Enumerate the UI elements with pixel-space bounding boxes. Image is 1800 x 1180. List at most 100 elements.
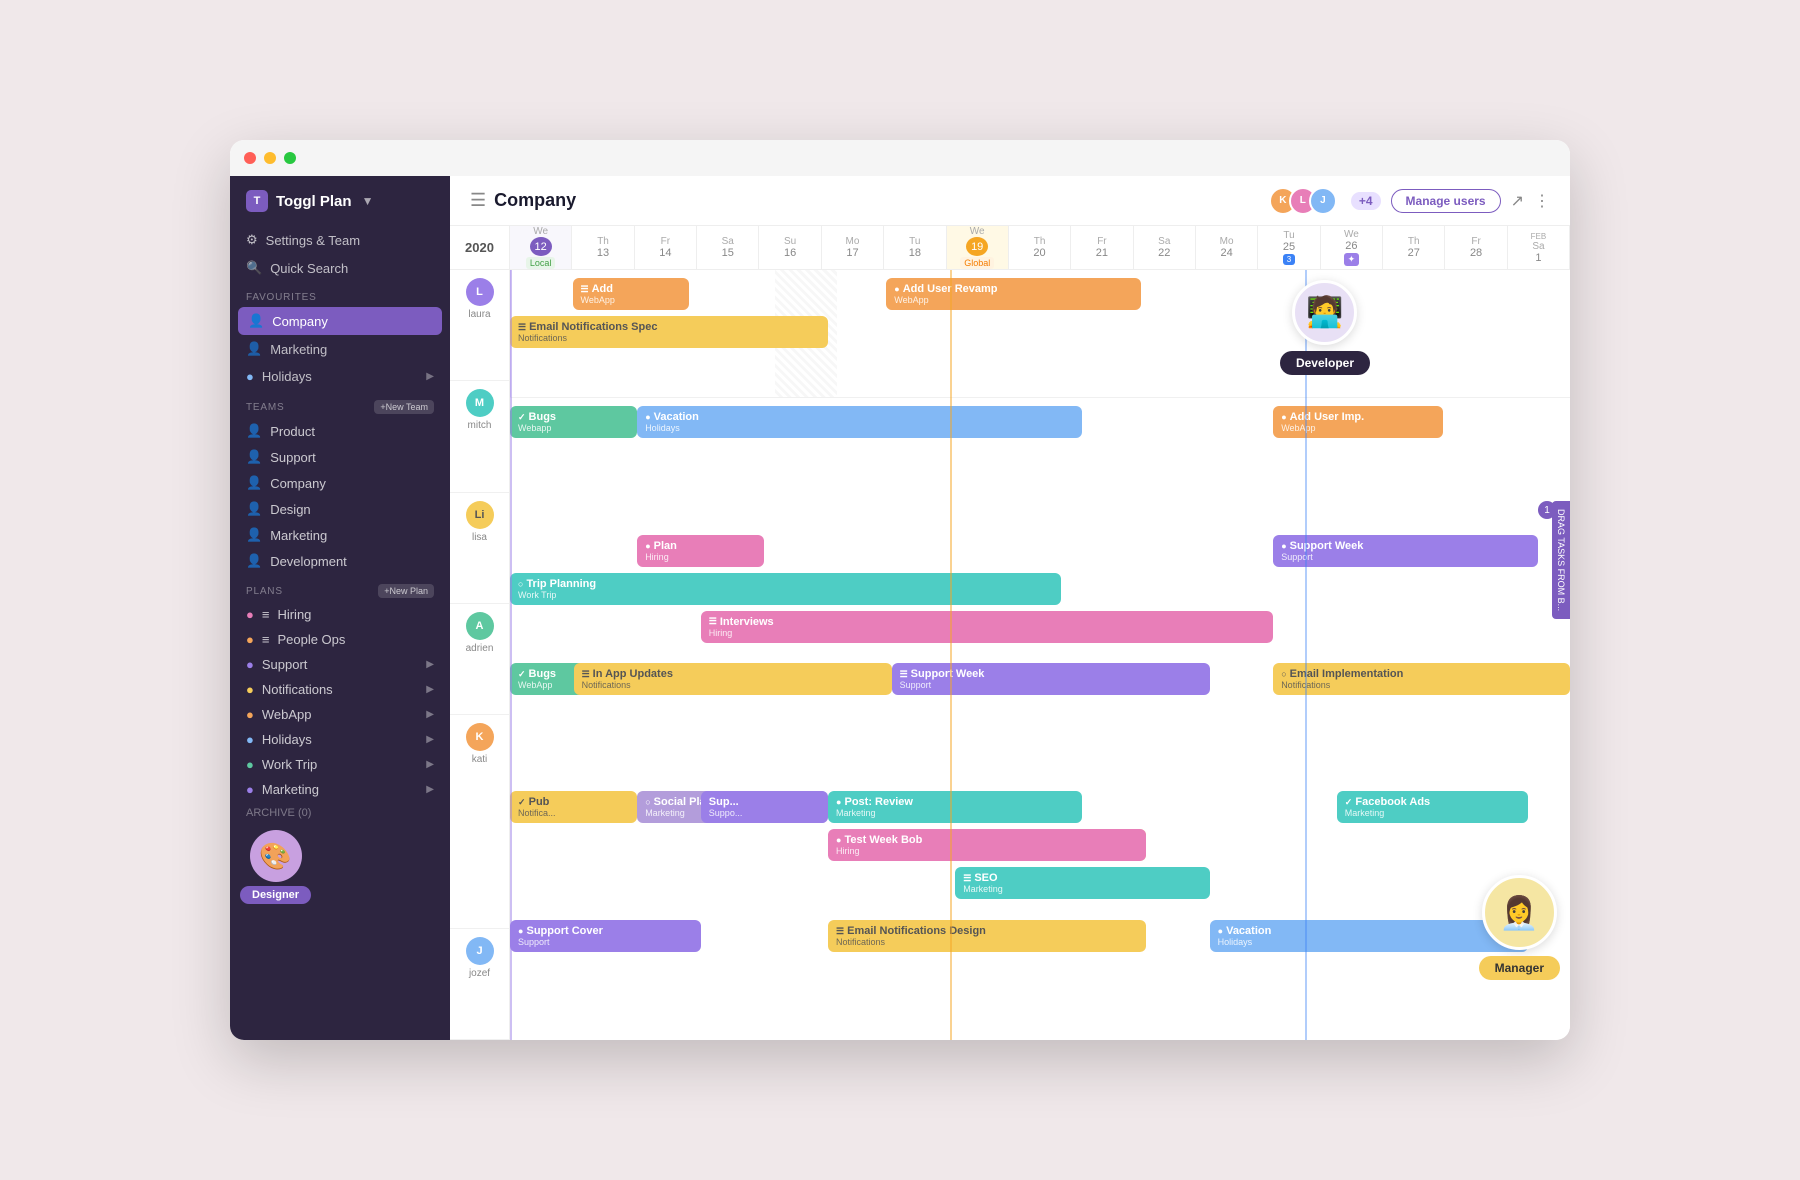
person-icon-6: 👤 [246,501,262,517]
sidebar-item-worktrip[interactable]: ● Work Trip ▶ [230,752,450,777]
avatar-mitch: M [466,389,494,417]
timeline-days: We 12 Local Th 13 Fr 14 Sa 15 [510,226,1570,269]
day-col-24: Mo 24 [1196,226,1258,269]
sidebar-user-avatar[interactable]: 🎨 [250,830,302,882]
worktrip-dot: ● [246,757,254,772]
developer-badge: Developer [1280,351,1370,375]
person-row-jozef: J jozef [450,929,509,1040]
task-sup-support[interactable]: Sup... Suppo... [701,791,828,823]
day-col-14: Fr 14 [635,226,697,269]
task-add-webapp[interactable]: ☰ Add WebApp [573,278,690,310]
plus-count-badge: +4 [1351,192,1381,210]
task-bugs-webapp-mitch[interactable]: ✓ Bugs Webapp [510,406,637,438]
sidebar-item-company-team[interactable]: 👤 Company [230,470,450,496]
task-pub[interactable]: ✓ Pub Notifica... [510,791,637,823]
new-team-button[interactable]: +New Team [374,400,434,414]
day-col-feb1: FEB Sa 1 [1508,226,1570,269]
sidebar-item-marketing-plan[interactable]: ● Marketing ▶ [230,777,450,802]
developer-avatar: 🧑‍💻 [1292,280,1357,345]
teams-section: TEAMS +New Team [230,390,450,418]
person-icon-8: 👤 [246,553,262,569]
task-plan-hiring[interactable]: ● Plan Hiring [637,535,764,567]
person-icon-3: 👤 [246,423,262,439]
day-col-16: Su 16 [759,226,821,269]
more-icon[interactable]: ⋮ [1534,191,1550,211]
day-col-15: Sa 15 [697,226,759,269]
person-icon-7: 👤 [246,527,262,543]
task-interviews[interactable]: ☰ Interviews Hiring [701,611,1273,643]
task-test-week-bob[interactable]: ● Test Week Bob Hiring [828,829,1146,861]
task-email-notif-spec[interactable]: ☰ Email Notifications Spec Notifications [510,316,828,348]
sidebar-item-company[interactable]: 👤 Company [238,307,442,335]
day-col-28: Fr 28 [1445,226,1507,269]
task-email-implementation[interactable]: ○ Email Implementation Notifications [1273,663,1570,695]
sidebar-item-people-ops[interactable]: ● ≡ People Ops [230,627,450,652]
timeline-year: 2020 [450,226,510,269]
logo-icon: T [246,190,268,212]
person-icon-5: 👤 [246,475,262,491]
sidebar-item-webapp[interactable]: ● WebApp ▶ [230,702,450,727]
sidebar-item-hiring[interactable]: ● ≡ Hiring [230,602,450,627]
share-icon[interactable]: ↗ [1511,191,1524,211]
avatar-adrien: A [466,612,494,640]
task-email-notif-design[interactable]: ☰ Email Notifications Design Notificatio… [828,920,1146,952]
task-add-user-imp[interactable]: ● Add User Imp. WebApp [1273,406,1443,438]
sidebar-item-holidays[interactable]: ● Holidays ▶ [230,363,450,390]
task-support-cover[interactable]: ● Support Cover Support [510,920,701,952]
maximize-button[interactable] [284,152,296,164]
sidebar-item-search[interactable]: 🔍 Quick Search [230,254,450,282]
holidays-dot: ● [246,732,254,747]
task-trip-planning[interactable]: ○ Trip Planning Work Trip [510,573,1061,605]
sidebar-item-product[interactable]: 👤 Product [230,418,450,444]
person-icon-2: 👤 [246,341,262,357]
manager-float: 👩‍💼 Manager [1479,875,1560,980]
sidebar: T Toggl Plan ▼ ⚙ Settings & Team 🔍 Quick… [230,176,450,1040]
sidebar-item-archive[interactable]: ARCHIVE (0) [230,802,450,824]
main-layout: T Toggl Plan ▼ ⚙ Settings & Team 🔍 Quick… [230,176,1570,1040]
drag-tasks-button[interactable]: DRAG TASKS FROM B... [1552,501,1570,619]
day-col-17: Mo 17 [822,226,884,269]
task-support-week-adrien[interactable]: ☰ Support Week Support [892,663,1210,695]
main-window: T Toggl Plan ▼ ⚙ Settings & Team 🔍 Quick… [230,140,1570,1040]
person-row-laura: L laura [450,270,509,381]
day-col-18: Tu 18 [884,226,946,269]
sidebar-item-development[interactable]: 👤 Development [230,548,450,574]
task-support-week-lisa[interactable]: ● Support Week Support [1273,535,1538,567]
sidebar-item-holidays-plan[interactable]: ● Holidays ▶ [230,727,450,752]
task-facebook-ads[interactable]: ✓ Facebook Ads Marketing [1337,791,1528,823]
sidebar-item-support[interactable]: 👤 Support [230,444,450,470]
header-right: K L J +4 Manage users ↗ ⋮ [1269,187,1550,215]
day-col-20: Th 20 [1009,226,1071,269]
sidebar-item-settings[interactable]: ⚙ Settings & Team [230,226,450,254]
task-add-user-revamp[interactable]: ● Add User Revamp WebApp [886,278,1140,310]
person-icon-4: 👤 [246,449,262,465]
person-row-kati: K kati [450,715,509,929]
minimize-button[interactable] [264,152,276,164]
task-in-app-updates[interactable]: ☰ In App Updates Notifications [574,663,892,695]
support-dot: ● [246,657,254,672]
day-col-27: Th 27 [1383,226,1445,269]
content-header: ☰ Company K L J +4 Manage users ↗ ⋮ [450,176,1570,226]
search-icon: 🔍 [246,260,262,276]
sidebar-item-marketing-team[interactable]: 👤 Marketing [230,522,450,548]
sidebar-item-notifications[interactable]: ● Notifications ▶ [230,677,450,702]
people-ops-dot: ● [246,632,254,647]
designer-badge-label: Designer [240,886,311,904]
timeline-header: 2020 We 12 Local Th 13 Fr 14 [450,226,1570,270]
day-col-22: Sa 22 [1134,226,1196,269]
sidebar-item-support-plan[interactable]: ● Support ▶ [230,652,450,677]
manage-users-button[interactable]: Manage users [1391,189,1501,213]
menu-icon[interactable]: ☰ [470,190,486,211]
close-button[interactable] [244,152,256,164]
day-col-21: Fr 21 [1071,226,1133,269]
sidebar-item-marketing[interactable]: 👤 Marketing [230,335,450,363]
hiring-dot: ● [246,607,254,622]
sidebar-logo[interactable]: T Toggl Plan ▼ [230,190,450,226]
task-seo[interactable]: ☰ SEO Marketing [955,867,1209,899]
person-row-mitch: M mitch [450,381,509,492]
new-plan-button[interactable]: +New Plan [378,584,434,598]
task-vacation-mitch[interactable]: ● Vacation Holidays [637,406,1082,438]
marketing-dot: ● [246,782,254,797]
task-post-review[interactable]: ● Post: Review Marketing [828,791,1082,823]
sidebar-item-design[interactable]: 👤 Design [230,496,450,522]
